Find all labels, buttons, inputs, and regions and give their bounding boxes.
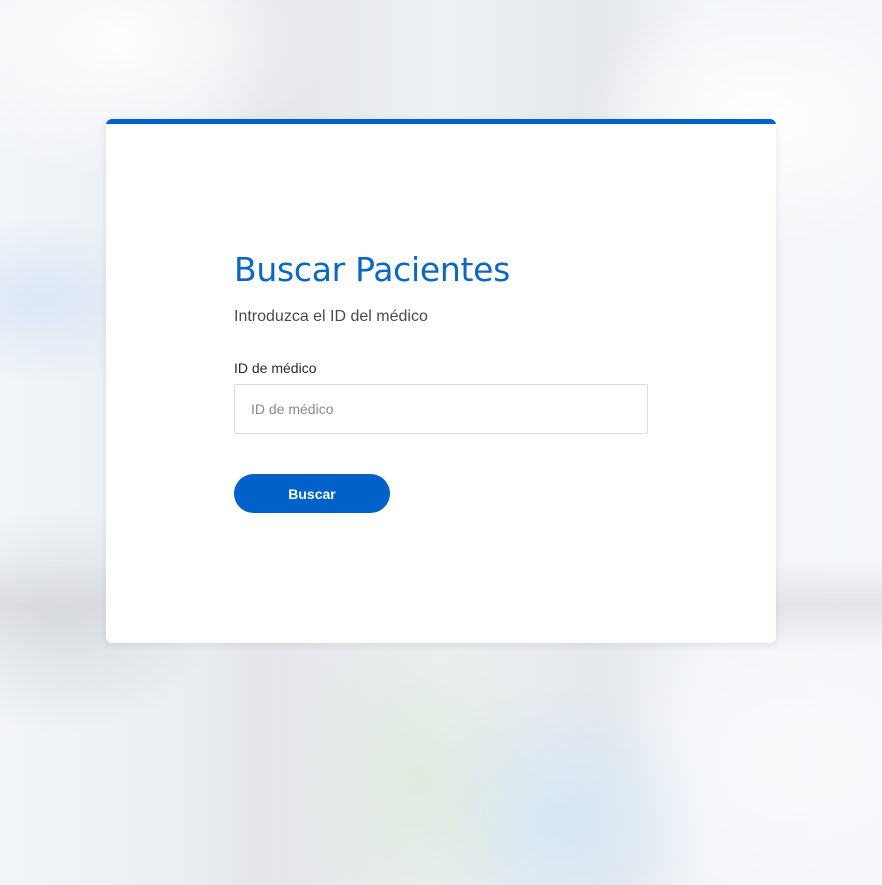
search-button[interactable]: Buscar bbox=[234, 474, 390, 513]
doctor-id-input[interactable] bbox=[234, 384, 648, 434]
page-subtitle: Introduzca el ID del médico bbox=[234, 308, 428, 325]
search-card: Buscar Pacientes Introduzca el ID del mé… bbox=[106, 119, 776, 643]
card-accent-bar bbox=[106, 119, 776, 124]
search-form: Buscar Pacientes Introduzca el ID del mé… bbox=[234, 247, 648, 513]
doctor-id-label: ID de médico bbox=[234, 360, 317, 376]
page-title: Buscar Pacientes bbox=[234, 250, 510, 289]
